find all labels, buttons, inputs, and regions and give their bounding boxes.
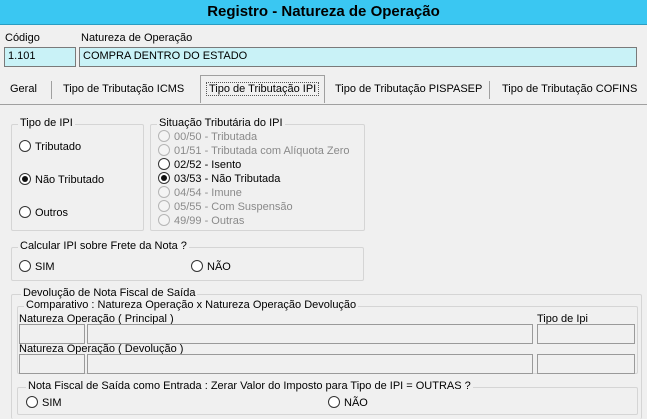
- situacao-02-52-radio[interactable]: 02/52 - Isento: [158, 158, 241, 172]
- radio-icon: [158, 158, 170, 170]
- devolucao-desc-field[interactable]: [87, 354, 533, 374]
- tab-geral-label: Geral: [10, 83, 37, 95]
- devolucao-label: Devolução de Nota Fiscal de Saída: [21, 287, 198, 299]
- situacao-04-54-label: 04/54 - Imune: [174, 187, 242, 199]
- situacao-01-51-label: 01/51 - Tributada com Alíquota Zero: [174, 145, 350, 157]
- tab-strip: Geral Tipo de Tributação ICMS Tipo de Tr…: [0, 73, 647, 107]
- principal-code-field[interactable]: [19, 324, 85, 344]
- codigo-field[interactable]: 1.101: [4, 47, 76, 67]
- tab-icms-label: Tipo de Tributação ICMS: [63, 83, 185, 95]
- frete-label: Calcular IPI sobre Frete da Nota ?: [18, 240, 189, 252]
- tab-pispasep[interactable]: Tipo de Tributação PISPASEP: [331, 77, 486, 101]
- entrada-nao-label: NÃO: [344, 397, 368, 409]
- situacao-01-51-radio[interactable]: 01/51 - Tributada com Alíquota Zero: [158, 144, 350, 158]
- radio-icon: [158, 200, 170, 212]
- frete-sim-label: SIM: [35, 261, 55, 273]
- tipo-ipi-tributado-label: Tributado: [35, 141, 82, 153]
- situacao-label: Situação Tributária do IPI: [157, 117, 285, 129]
- situacao-00-50-label: 00/50 - Tributada: [174, 131, 258, 143]
- radio-icon: [158, 130, 170, 142]
- radio-icon: [19, 206, 31, 218]
- window-titlebar: Registro - Natureza de Operação: [0, 0, 647, 25]
- situacao-00-50-radio[interactable]: 00/50 - Tributada: [158, 130, 257, 144]
- radio-icon: [158, 214, 170, 226]
- radio-icon: [328, 396, 340, 408]
- devolucao-code-field[interactable]: [19, 354, 85, 374]
- window-title: Registro - Natureza de Operação: [207, 3, 440, 20]
- tab-cofins[interactable]: Tipo de Tributação COFINS: [498, 77, 641, 101]
- situacao-49-99-label: 49/99 - Outras: [174, 215, 245, 227]
- tab-cofins-label: Tipo de Tributação COFINS: [502, 83, 638, 95]
- radio-checked-icon: [19, 173, 31, 185]
- situacao-05-55-label: 05/55 - Com Suspensão: [174, 201, 293, 213]
- codigo-label: Código: [5, 32, 40, 44]
- tab-geral[interactable]: Geral: [6, 77, 41, 101]
- tab-divider: [489, 81, 490, 99]
- radio-icon: [26, 396, 38, 408]
- tab-pispasep-label: Tipo de Tributação PISPASEP: [335, 83, 483, 95]
- frete-group: Calcular IPI sobre Frete da Nota ?: [11, 240, 364, 281]
- situacao-03-53-radio[interactable]: 03/53 - Não Tributada: [158, 172, 280, 186]
- radio-icon: [158, 144, 170, 156]
- situacao-03-53-label: 03/53 - Não Tributada: [174, 173, 281, 185]
- devolucao-tipo-ipi-field[interactable]: [537, 354, 635, 374]
- tipo-ipi-outros-label: Outros: [35, 207, 69, 219]
- radio-icon: [158, 186, 170, 198]
- comparativo-label: Comparativo : Natureza Operação x Nature…: [24, 299, 359, 311]
- tab-baseline: [0, 104, 647, 105]
- entrada-sim-radio[interactable]: SIM: [26, 396, 62, 410]
- situacao-02-52-label: 02/52 - Isento: [174, 159, 242, 171]
- entrada-sim-label: SIM: [42, 397, 62, 409]
- situacao-05-55-radio[interactable]: 05/55 - Com Suspensão: [158, 200, 293, 214]
- frete-nao-radio[interactable]: NÃO: [191, 260, 231, 274]
- radio-icon: [19, 260, 31, 272]
- entrada-label: Nota Fiscal de Saída como Entrada : Zera…: [26, 380, 473, 392]
- natureza-label: Natureza de Operação: [81, 32, 193, 44]
- tab-ipi-label: Tipo de Tributação IPI: [206, 82, 320, 96]
- tipo-ipi-nao-tributado-label: Não Tributado: [35, 174, 105, 186]
- tipo-ipi-label: Tipo de IPI: [18, 117, 75, 129]
- principal-tipo-ipi-field[interactable]: [537, 324, 635, 344]
- radio-icon: [191, 260, 203, 272]
- situacao-49-99-radio[interactable]: 49/99 - Outras: [158, 214, 244, 228]
- tab-divider: [51, 81, 52, 99]
- radio-checked-icon: [158, 172, 170, 184]
- situacao-04-54-radio[interactable]: 04/54 - Imune: [158, 186, 242, 200]
- frete-sim-radio[interactable]: SIM: [19, 260, 55, 274]
- natureza-field[interactable]: COMPRA DENTRO DO ESTADO: [79, 47, 637, 67]
- tipo-ipi-tributado-radio[interactable]: Tributado: [19, 140, 81, 154]
- frete-nao-label: NÃO: [207, 261, 231, 273]
- principal-desc-field[interactable]: [87, 324, 533, 344]
- tab-icms[interactable]: Tipo de Tributação ICMS: [59, 77, 188, 101]
- tab-ipi[interactable]: Tipo de Tributação IPI: [200, 75, 326, 103]
- radio-icon: [19, 140, 31, 152]
- entrada-nao-radio[interactable]: NÃO: [328, 396, 368, 410]
- tipo-ipi-outros-radio[interactable]: Outros: [19, 206, 68, 220]
- tipo-ipi-nao-tributado-radio[interactable]: Não Tributado: [19, 173, 104, 187]
